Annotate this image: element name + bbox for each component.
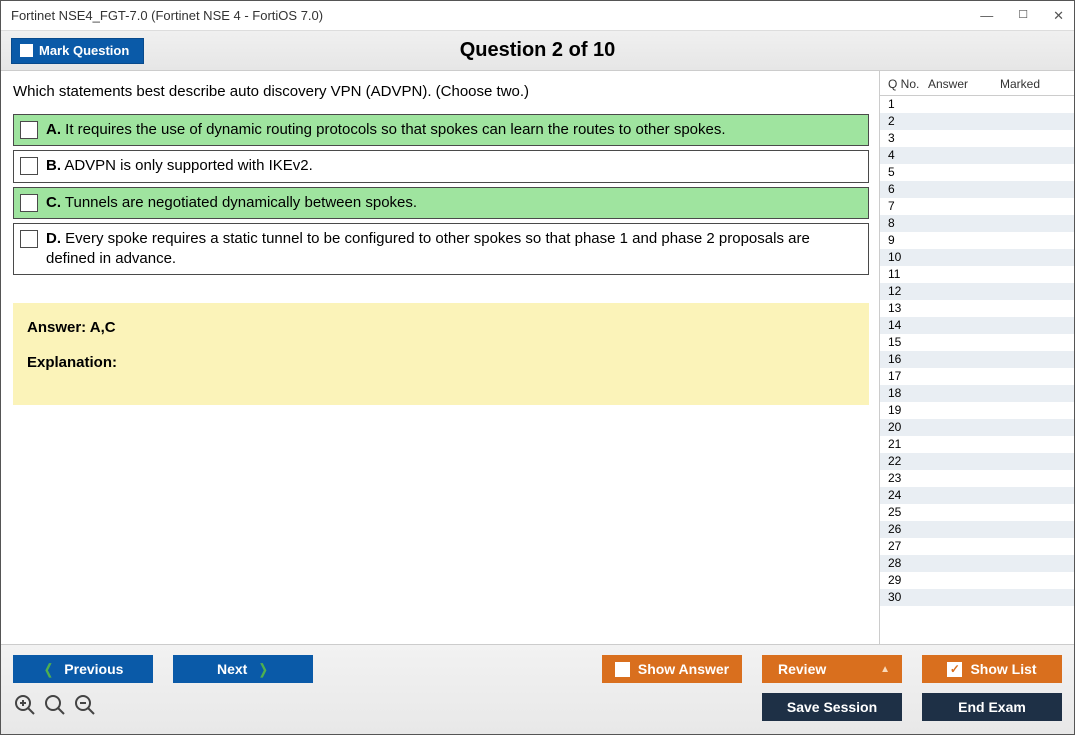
show-answer-checkbox-icon: ✓ (615, 662, 630, 677)
footer-bar: ❬ Previous Next ❭ ✓ Show Answer Review ▲… (1, 644, 1074, 734)
action-buttons-row1: ✓ Show Answer Review ▲ ✓ Show List (602, 655, 1062, 683)
option-checkbox[interactable] (20, 121, 38, 139)
option-checkbox[interactable] (20, 157, 38, 175)
list-row[interactable]: 25 (880, 504, 1074, 521)
answer-panel: Answer: A,C Explanation: (13, 303, 869, 405)
content-area: Which statements best describe auto disc… (1, 71, 1074, 644)
question-list-panel: Q No. Answer Marked 12345678910111213141… (879, 71, 1074, 644)
list-row[interactable]: 28 (880, 555, 1074, 572)
maximize-icon[interactable]: ☐ (1018, 8, 1028, 24)
list-row[interactable]: 29 (880, 572, 1074, 589)
chevron-right-icon: ❭ (257, 661, 269, 678)
option-text: D. Every spoke requires a static tunnel … (46, 229, 862, 270)
zoom-in-icon[interactable] (13, 693, 37, 720)
review-button[interactable]: Review ▲ (762, 655, 902, 683)
list-row[interactable]: 7 (880, 198, 1074, 215)
option-checkbox[interactable] (20, 230, 38, 248)
list-row[interactable]: 30 (880, 589, 1074, 606)
window-controls: — ☐ ✕ (980, 8, 1064, 24)
show-list-button[interactable]: ✓ Show List (922, 655, 1062, 683)
question-panel: Which statements best describe auto disc… (1, 71, 879, 644)
list-row[interactable]: 22 (880, 453, 1074, 470)
list-row[interactable]: 9 (880, 232, 1074, 249)
question-text: Which statements best describe auto disc… (13, 83, 869, 100)
list-row[interactable]: 24 (880, 487, 1074, 504)
minimize-icon[interactable]: — (980, 8, 993, 24)
list-row[interactable]: 13 (880, 300, 1074, 317)
option-C[interactable]: C. Tunnels are negotiated dynamically be… (13, 187, 869, 219)
save-session-button[interactable]: Save Session (762, 693, 902, 721)
list-row[interactable]: 14 (880, 317, 1074, 334)
list-header: Q No. Answer Marked (880, 71, 1074, 96)
dropdown-triangle-icon: ▲ (880, 664, 890, 675)
app-window: Fortinet NSE4_FGT-7.0 (Fortinet NSE 4 - … (0, 0, 1075, 735)
list-row[interactable]: 1 (880, 96, 1074, 113)
option-text: A. It requires the use of dynamic routin… (46, 120, 726, 140)
list-row[interactable]: 16 (880, 351, 1074, 368)
col-answer: Answer (928, 77, 1000, 91)
zoom-controls (13, 693, 97, 720)
option-B[interactable]: B. ADVPN is only supported with IKEv2. (13, 150, 869, 182)
list-row[interactable]: 10 (880, 249, 1074, 266)
option-text: C. Tunnels are negotiated dynamically be… (46, 193, 417, 213)
show-answer-button[interactable]: ✓ Show Answer (602, 655, 742, 683)
mark-question-label: Mark Question (39, 43, 129, 58)
list-body[interactable]: 1234567891011121314151617181920212223242… (880, 96, 1074, 644)
option-checkbox[interactable] (20, 194, 38, 212)
header-bar: Mark Question Question 2 of 10 (1, 31, 1074, 71)
list-row[interactable]: 23 (880, 470, 1074, 487)
list-row[interactable]: 26 (880, 521, 1074, 538)
col-qno: Q No. (888, 77, 928, 91)
mark-question-button[interactable]: Mark Question (11, 38, 144, 64)
list-row[interactable]: 21 (880, 436, 1074, 453)
options-list: A. It requires the use of dynamic routin… (13, 114, 869, 279)
explanation-label: Explanation: (27, 354, 855, 371)
col-marked: Marked (1000, 77, 1055, 91)
option-D[interactable]: D. Every spoke requires a static tunnel … (13, 223, 869, 276)
list-row[interactable]: 4 (880, 147, 1074, 164)
list-row[interactable]: 27 (880, 538, 1074, 555)
list-row[interactable]: 19 (880, 402, 1074, 419)
question-counter: Question 2 of 10 (460, 39, 616, 62)
list-row[interactable]: 6 (880, 181, 1074, 198)
show-list-checkbox-icon: ✓ (947, 662, 962, 677)
end-exam-button[interactable]: End Exam (922, 693, 1062, 721)
list-row[interactable]: 2 (880, 113, 1074, 130)
list-row[interactable]: 17 (880, 368, 1074, 385)
list-row[interactable]: 18 (880, 385, 1074, 402)
list-row[interactable]: 20 (880, 419, 1074, 436)
answer-label: Answer: A,C (27, 319, 855, 336)
action-buttons-row2: Save Session End Exam (762, 693, 1062, 721)
next-button[interactable]: Next ❭ (173, 655, 313, 683)
close-icon[interactable]: ✕ (1053, 8, 1064, 24)
previous-button[interactable]: ❬ Previous (13, 655, 153, 683)
list-row[interactable]: 11 (880, 266, 1074, 283)
list-row[interactable]: 3 (880, 130, 1074, 147)
option-A[interactable]: A. It requires the use of dynamic routin… (13, 114, 869, 146)
option-text: B. ADVPN is only supported with IKEv2. (46, 156, 313, 176)
list-row[interactable]: 12 (880, 283, 1074, 300)
list-row[interactable]: 5 (880, 164, 1074, 181)
list-row[interactable]: 8 (880, 215, 1074, 232)
zoom-reset-icon[interactable] (43, 693, 67, 720)
title-bar: Fortinet NSE4_FGT-7.0 (Fortinet NSE 4 - … (1, 1, 1074, 31)
window-title: Fortinet NSE4_FGT-7.0 (Fortinet NSE 4 - … (11, 8, 323, 23)
chevron-left-icon: ❬ (43, 661, 55, 678)
zoom-out-icon[interactable] (73, 693, 97, 720)
list-row[interactable]: 15 (880, 334, 1074, 351)
mark-checkbox-icon (20, 44, 33, 57)
